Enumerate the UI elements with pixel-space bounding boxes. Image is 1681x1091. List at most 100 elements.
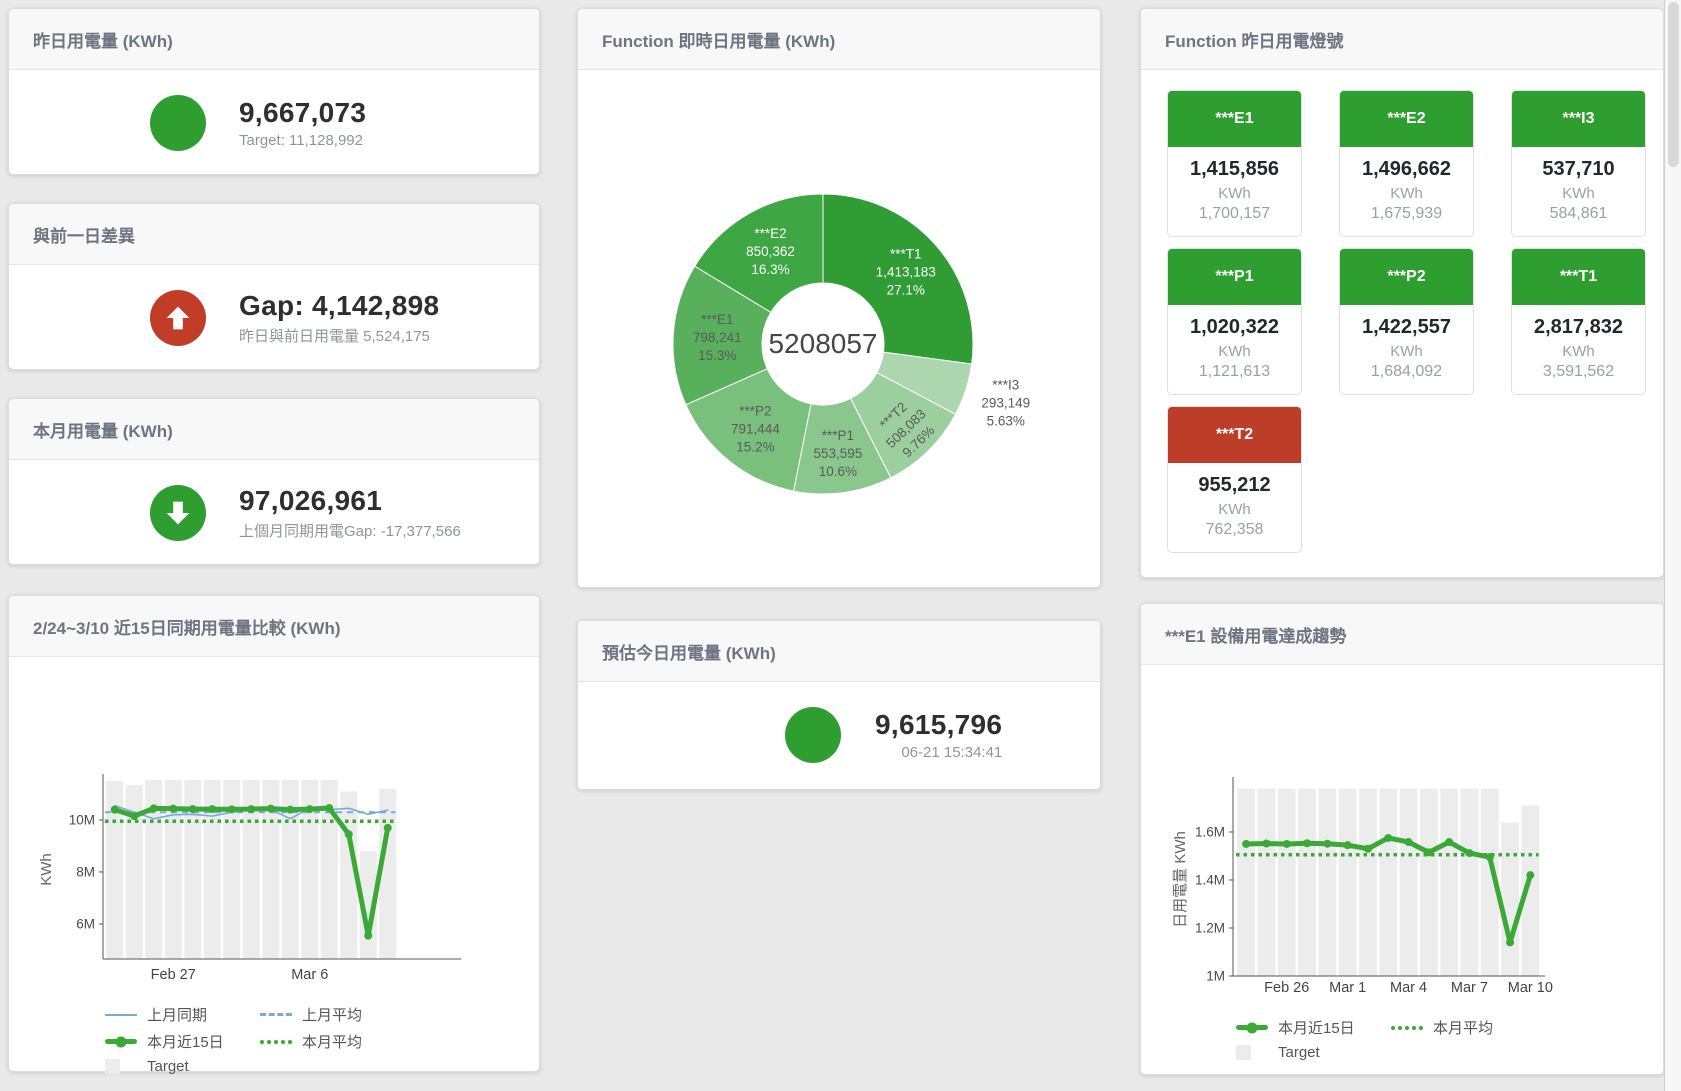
target-bar bbox=[1440, 789, 1458, 976]
legend-item-本月近15日[interactable]: 本月近15日 bbox=[105, 1031, 260, 1052]
series-point bbox=[1384, 834, 1392, 842]
series-point bbox=[150, 804, 158, 812]
series-point bbox=[169, 805, 177, 813]
target-bar bbox=[1400, 789, 1418, 976]
series-point bbox=[247, 805, 255, 813]
lights-grid: ***E11,415,856KWh1,700,157***E21,496,662… bbox=[1141, 70, 1663, 553]
realtime-usage-donut-chart[interactable]: ***T11,413,18327.1%***I3293,1495.63%***T… bbox=[578, 70, 1100, 588]
target-bar bbox=[1278, 789, 1296, 976]
series-point bbox=[1303, 839, 1311, 847]
target-bar bbox=[1359, 789, 1377, 976]
tile-target: 584,861 bbox=[1514, 205, 1643, 223]
legend-label: Target bbox=[1278, 1044, 1320, 1061]
light-tile-T1: ***T12,817,832KWh3,591,562 bbox=[1511, 248, 1646, 395]
light-tile-E2: ***E21,496,662KWh1,675,939 bbox=[1339, 90, 1474, 237]
today-estimate-title: 預估今日用電量 (KWh) bbox=[578, 621, 1100, 682]
month-usage-texts: 97,026,961 上個月同期用電Gap: -17,377,566 bbox=[239, 485, 479, 541]
tile-value: 1,020,322 bbox=[1170, 316, 1299, 339]
target-bar bbox=[1258, 789, 1276, 976]
yesterday-usage-value: 9,667,073 bbox=[239, 97, 479, 129]
legend-swatch-dots bbox=[1391, 1026, 1423, 1030]
legend-item-本月平均[interactable]: 本月平均 bbox=[1391, 1017, 1546, 1038]
legend-swatch-thick bbox=[105, 1039, 137, 1044]
series-point bbox=[1445, 838, 1453, 846]
green-status-circle bbox=[150, 95, 206, 151]
page-scrollbar[interactable] bbox=[1664, 0, 1681, 1091]
tile-value: 537,710 bbox=[1514, 158, 1643, 181]
legend-item-本月平均[interactable]: 本月平均 bbox=[260, 1031, 415, 1052]
y-axis-title: KWh bbox=[38, 853, 55, 886]
series-point bbox=[1506, 938, 1514, 946]
tile-body: 537,710KWh584,861 bbox=[1512, 147, 1645, 236]
legend-item-Target[interactable]: Target bbox=[105, 1058, 260, 1075]
tile-unit: KWh bbox=[1342, 185, 1471, 202]
green-status-circle bbox=[785, 707, 841, 763]
tile-body: 1,422,557KWh1,684,092 bbox=[1340, 305, 1473, 394]
legend-label: 上月平均 bbox=[302, 1004, 362, 1025]
legend-swatch-thick bbox=[1236, 1025, 1268, 1030]
tile-target: 762,358 bbox=[1170, 521, 1299, 539]
tile-status-header: ***P1 bbox=[1168, 249, 1301, 305]
series-point bbox=[130, 812, 138, 820]
x-tick-label: Mar 10 bbox=[1508, 980, 1553, 996]
compare-usage-chart[interactable]: 6M8M10MFeb 27Mar 6KWh bbox=[9, 657, 539, 992]
legend-item-上月平均[interactable]: 上月平均 bbox=[260, 1004, 415, 1025]
tile-target: 1,700,157 bbox=[1170, 205, 1299, 223]
series-point bbox=[1344, 841, 1352, 849]
e1-trend-chart[interactable]: 1M1.2M1.4M1.6MFeb 26Mar 1Mar 4Mar 7Mar 1… bbox=[1141, 665, 1663, 1005]
series-point bbox=[1283, 840, 1291, 848]
x-tick-label: Mar 1 bbox=[1329, 980, 1366, 996]
tile-body: 1,496,662KWh1,675,939 bbox=[1340, 147, 1473, 236]
tile-value: 1,496,662 bbox=[1342, 158, 1471, 181]
series-point bbox=[111, 806, 119, 814]
series-point bbox=[306, 805, 314, 813]
series-point bbox=[286, 806, 294, 814]
target-bar bbox=[1318, 789, 1336, 976]
series-point bbox=[189, 805, 197, 813]
target-bar bbox=[1420, 789, 1438, 976]
legend-item-Target[interactable]: Target bbox=[1236, 1044, 1391, 1061]
donut-card-title: Function 即時日用電量 (KWh) bbox=[578, 9, 1100, 70]
series-point bbox=[1242, 840, 1250, 848]
tile-status-header: ***E1 bbox=[1168, 91, 1301, 147]
light-tile-I3: ***I3537,710KWh584,861 bbox=[1511, 90, 1646, 237]
e1-trend-title: ***E1 設備用電達成趨勢 bbox=[1141, 604, 1663, 665]
tile-unit: KWh bbox=[1170, 343, 1299, 360]
yesterday-usage-texts: 9,667,073 Target: 11,128,992 bbox=[239, 97, 479, 149]
series-point bbox=[1486, 853, 1494, 861]
donut-slice-label: ***I3293,1495.63% bbox=[981, 378, 1030, 429]
day-gap-subtitle: 昨日與前日用電量 5,524,175 bbox=[239, 325, 479, 346]
tile-unit: KWh bbox=[1342, 343, 1471, 360]
legend-label: 上月同期 bbox=[147, 1004, 207, 1025]
legend-swatch-dots bbox=[260, 1040, 292, 1044]
compare-chart-title: 2/24~3/10 近15日同期用電量比較 (KWh) bbox=[9, 596, 539, 657]
legend-item-上月同期[interactable]: 上月同期 bbox=[105, 1004, 260, 1025]
light-tile-P1: ***P11,020,322KWh1,121,613 bbox=[1167, 248, 1302, 395]
tile-status-header: ***T1 bbox=[1512, 249, 1645, 305]
scrollbar-thumb[interactable] bbox=[1668, 2, 1679, 167]
card-day-gap: 與前一日差異 Gap: 4,142,898 昨日與前日用電量 5,524,175 bbox=[8, 203, 540, 370]
series-point bbox=[1323, 840, 1331, 848]
today-estimate-body: 9,615,796 06-21 15:34:41 bbox=[578, 682, 1100, 787]
day-gap-body: Gap: 4,142,898 昨日與前日用電量 5,524,175 bbox=[9, 265, 539, 370]
today-estimate-value: 9,615,796 bbox=[875, 709, 1002, 741]
series-point bbox=[228, 805, 236, 813]
series-point bbox=[208, 805, 216, 813]
series-point bbox=[345, 830, 353, 838]
legend-item-本月近15日[interactable]: 本月近15日 bbox=[1236, 1017, 1391, 1038]
y-tick-label: 1.4M bbox=[1195, 872, 1225, 887]
y-axis-title: 日用電量 KWh bbox=[1172, 831, 1189, 928]
series-point bbox=[1526, 871, 1534, 879]
tile-unit: KWh bbox=[1514, 343, 1643, 360]
card-month-usage: 本月用電量 (KWh) 97,026,961 上個月同期用電Gap: -17,3… bbox=[8, 398, 540, 565]
target-bar bbox=[1501, 822, 1519, 976]
y-tick-label: 6M bbox=[76, 916, 95, 931]
series-point bbox=[325, 804, 333, 812]
tile-value: 2,817,832 bbox=[1514, 316, 1643, 339]
legend-swatch-dash bbox=[260, 1013, 292, 1016]
target-bar bbox=[1339, 789, 1357, 976]
x-tick-label: Feb 26 bbox=[1264, 980, 1309, 996]
compare-chart-legend: 上月同期 上月平均本月近15日本月平均Target bbox=[105, 1004, 435, 1081]
tile-value: 1,415,856 bbox=[1170, 158, 1299, 181]
light-tile-E1: ***E11,415,856KWh1,700,157 bbox=[1167, 90, 1302, 237]
